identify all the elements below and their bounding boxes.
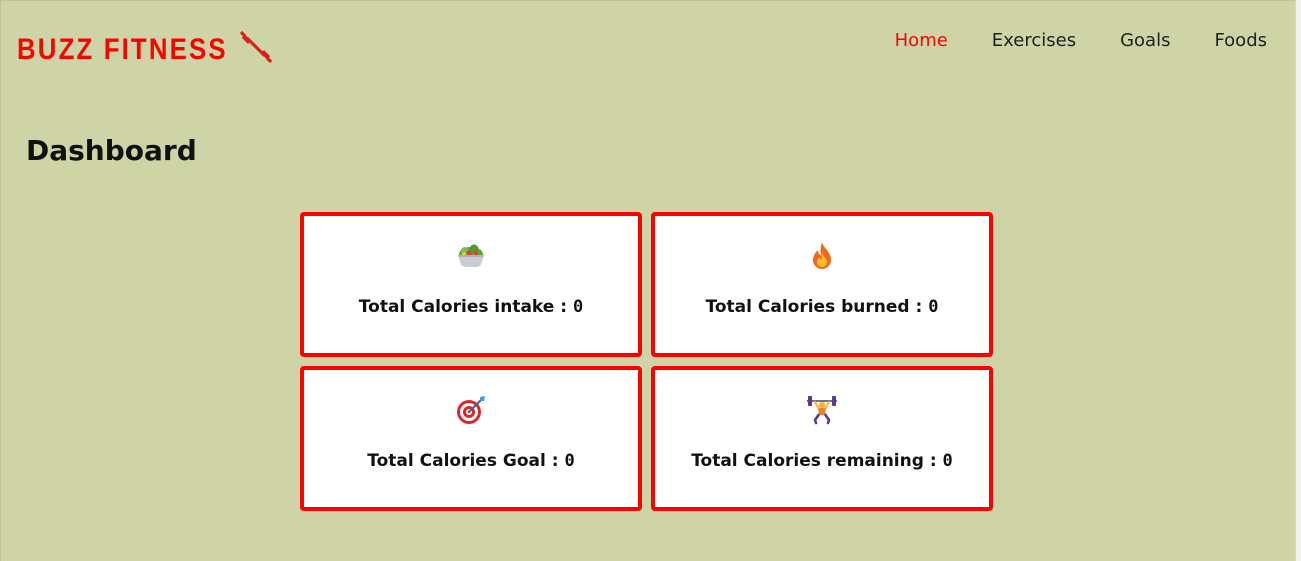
calories-intake-label: Total Calories intake : 0	[358, 297, 584, 317]
nav-foods[interactable]: Foods	[1214, 29, 1267, 53]
target-icon	[457, 396, 485, 424]
calories-remaining-card: Total Calories remaining : 0	[651, 366, 993, 511]
nav-exercises[interactable]: Exercises	[992, 29, 1076, 53]
nav-goals[interactable]: Goals	[1120, 29, 1170, 53]
brand-logo[interactable]: BUZZ FITNESS	[17, 28, 272, 72]
main-nav: Home Exercises Goals Foods	[851, 29, 1267, 53]
fire-icon	[813, 242, 831, 269]
dumbbell-icon	[240, 31, 272, 63]
salad-icon	[458, 244, 484, 267]
weightlifter-icon	[807, 396, 837, 425]
page-title: Dashboard	[26, 134, 197, 167]
scrollbar[interactable]	[1295, 0, 1301, 561]
stats-grid: Total Calories intake : 0 Total Calories…	[300, 212, 993, 511]
calories-goal-value: 0	[564, 451, 575, 471]
calories-burned-card: Total Calories burned : 0	[651, 212, 993, 357]
calories-intake-value: 0	[572, 297, 584, 317]
calories-intake-card: Total Calories intake : 0	[300, 212, 642, 357]
calories-goal-card: Total Calories Goal : 0	[300, 366, 642, 511]
calories-remaining-label: Total Calories remaining : 0	[691, 451, 953, 471]
calories-burned-label: Total Calories burned : 0	[705, 297, 939, 317]
app-background: BUZZ FITNESS Home Exercises Goals Foods …	[0, 0, 1295, 561]
calories-goal-label: Total Calories Goal : 0	[367, 451, 575, 471]
calories-burned-value: 0	[928, 297, 939, 317]
brand-name: BUZZ FITNESS	[17, 33, 228, 66]
nav-home[interactable]: Home	[895, 29, 948, 53]
calories-remaining-value: 0	[942, 451, 953, 471]
